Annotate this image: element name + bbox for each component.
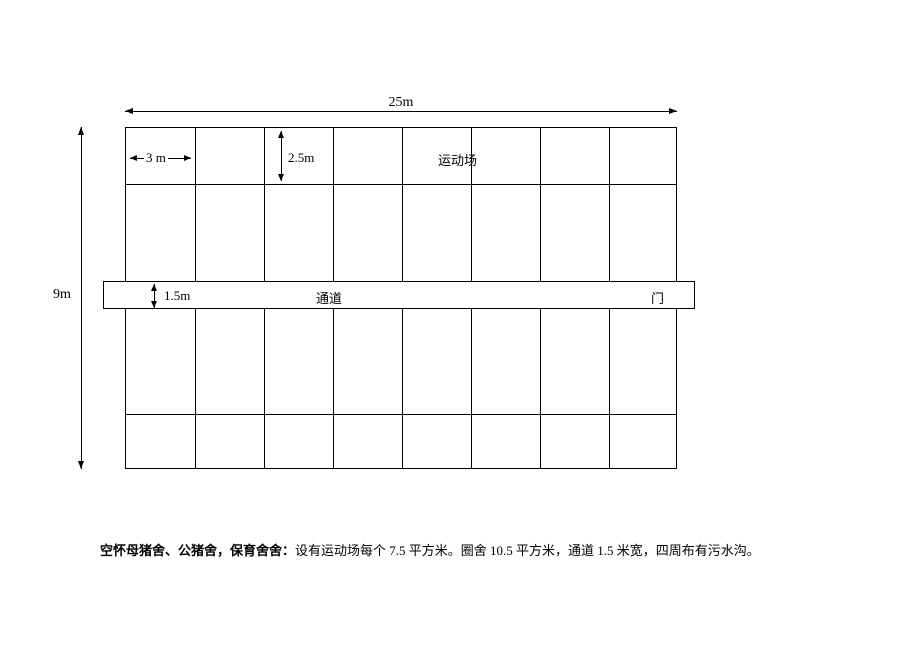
dim-corridor-width-label: 1.5m xyxy=(162,288,192,304)
yard-label: 运动场 xyxy=(436,150,479,169)
dim-total-width-arrow xyxy=(125,111,677,112)
dim-total-height: 9m xyxy=(63,127,93,469)
door-label: 门 xyxy=(649,288,666,307)
caption-body: 设有运动场每个 7.5 平方米。圈舍 10.5 平方米，通道 1.5 米宽，四周… xyxy=(295,543,760,558)
dim-column-width-label: 3 m xyxy=(144,150,168,166)
dim-yard-depth-arrow xyxy=(281,131,282,181)
caption-title: 空怀母猪舍、公猪舍，保育舍舍： xyxy=(100,543,295,558)
dim-total-height-label: 9m xyxy=(53,287,71,303)
dim-total-height-arrow xyxy=(81,127,82,469)
dim-yard-depth-label: 2.5m xyxy=(286,150,316,166)
dim-total-width-label: 25m xyxy=(125,95,677,111)
yard-line-top xyxy=(126,184,676,185)
dim-corridor-width-arrow xyxy=(154,284,155,308)
yard-line-bottom xyxy=(126,414,676,415)
corridor-label: 通道 xyxy=(314,288,344,307)
caption: 空怀母猪舍、公猪舍，保育舍舍：设有运动场每个 7.5 平方米。圈舍 10.5 平… xyxy=(100,540,760,559)
corridor: 1.5m 通道 门 xyxy=(103,281,695,309)
